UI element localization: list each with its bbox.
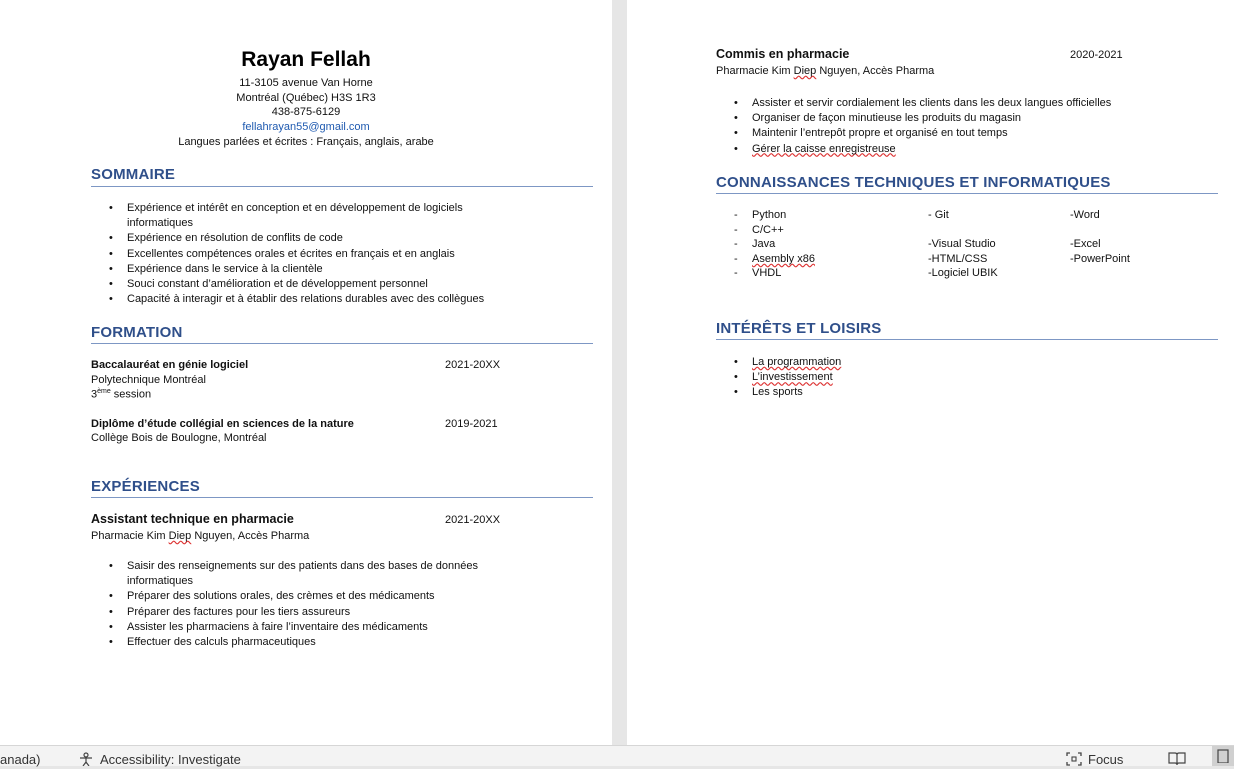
job-duties-list: Assister et servir cordialement les clie… bbox=[716, 96, 1226, 157]
list-item: Maintenir l’entrepôt propre et organisé … bbox=[716, 126, 1226, 141]
section-title-interets: INTÉRÊTS ET LOISIRS bbox=[716, 320, 882, 337]
list-item: Effectuer des calculs pharmaceutiques bbox=[91, 635, 601, 650]
section-rule bbox=[91, 497, 593, 498]
status-bar: anada) Accessibility: Investigate Focus bbox=[0, 745, 1234, 767]
skill-item: - Git bbox=[928, 209, 949, 221]
list-item: L’investissement bbox=[716, 370, 1116, 385]
job-date: 2020-2021 bbox=[1070, 49, 1123, 61]
list-item: Expérience dans le service à la clientèl… bbox=[91, 262, 601, 277]
session-line: 3ème session bbox=[91, 388, 152, 401]
list-item: Capacité à interagir et à établir des re… bbox=[91, 292, 601, 307]
print-layout-button[interactable] bbox=[1212, 746, 1234, 766]
section-title-formation: FORMATION bbox=[91, 324, 183, 341]
address-line-2: Montréal (Québec) H3S 1R3 bbox=[236, 92, 376, 104]
list-item: Organiser de façon minutieuse les produi… bbox=[716, 111, 1226, 126]
list-item-continuation: informatiques bbox=[127, 575, 194, 588]
phone-number: 438-875-6129 bbox=[271, 106, 341, 118]
accessibility-icon bbox=[78, 752, 94, 767]
list-item: Assister et servir cordialement les clie… bbox=[716, 96, 1226, 111]
skill-item: -Excel bbox=[1070, 238, 1101, 250]
list-item: Préparer des factures pour les tiers ass… bbox=[91, 605, 601, 620]
list-item-continuation: informatiques bbox=[127, 217, 194, 230]
degree-title: Baccalauréat en génie logiciel bbox=[91, 359, 249, 371]
skill-item: Asembly x86 bbox=[752, 253, 815, 265]
address-line-1: 11-3105 avenue Van Horne bbox=[239, 77, 373, 89]
list-item: Excellentes compétences orales et écrite… bbox=[91, 247, 601, 262]
list-item: Assister les pharmaciens à faire l’inven… bbox=[91, 620, 601, 635]
school-name: Collège Bois de Boulogne, Montréal bbox=[91, 432, 267, 444]
list-item: Expérience en résolution de conflits de … bbox=[91, 231, 601, 246]
job-duties-list: Saisir des renseignements sur des patien… bbox=[91, 559, 601, 650]
section-rule bbox=[91, 343, 593, 344]
skill-item: -HTML/CSS bbox=[928, 253, 988, 265]
skill-item: Python bbox=[752, 209, 787, 221]
skill-item: -Visual Studio bbox=[928, 238, 996, 250]
resume-name: Rayan Fellah bbox=[241, 48, 371, 71]
document-page-2[interactable]: Commis en pharmacie 2020-2021 Pharmacie … bbox=[627, 0, 1234, 745]
skill-item: -Logiciel UBIK bbox=[928, 267, 998, 279]
interests-list: La programmation L’investissement Les sp… bbox=[716, 355, 1116, 401]
employer-name: Pharmacie Kim Diep Nguyen, Accès Pharma bbox=[716, 65, 935, 77]
job-title: Assistant technique en pharmacie bbox=[91, 512, 294, 526]
focus-icon bbox=[1066, 752, 1082, 766]
degree-title: Diplôme d’étude collégial en sciences de… bbox=[91, 418, 354, 430]
employer-name: Pharmacie Kim Diep Nguyen, Accès Pharma bbox=[91, 530, 310, 542]
list-item: Les sports bbox=[716, 385, 1116, 400]
section-rule bbox=[91, 186, 593, 187]
skill-item: Java bbox=[752, 238, 776, 250]
languages-line: Langues parlées et écrites : Français, a… bbox=[178, 136, 434, 148]
skill-item: -PowerPoint bbox=[1070, 253, 1130, 265]
section-rule bbox=[716, 339, 1218, 340]
job-date: 2021-20XX bbox=[445, 514, 501, 526]
book-icon bbox=[1168, 752, 1186, 766]
school-name: Polytechnique Montréal bbox=[91, 374, 206, 386]
list-item: Préparer des solutions orales, des crème… bbox=[91, 589, 601, 604]
page-layout-icon bbox=[1216, 749, 1232, 764]
degree-date: 2019-2021 bbox=[445, 418, 498, 430]
skill-item: C/C++ bbox=[752, 224, 784, 236]
sommaire-list: Expérience et intérêt en conception et e… bbox=[91, 201, 601, 308]
list-item: Saisir des renseignements sur des patien… bbox=[91, 559, 601, 574]
section-title-connaissances: CONNAISSANCES TECHNIQUES ET INFORMATIQUE… bbox=[716, 174, 1111, 191]
document-page-1[interactable]: Rayan Fellah 11-3105 avenue Van Horne Mo… bbox=[0, 0, 612, 745]
skill-item: VHDL bbox=[752, 267, 782, 279]
section-title-sommaire: SOMMAIRE bbox=[91, 166, 176, 183]
degree-date: 2021-20XX bbox=[445, 359, 501, 371]
section-title-experiences: EXPÉRIENCES bbox=[91, 478, 200, 495]
list-item: Expérience et intérêt en conception et e… bbox=[91, 201, 601, 216]
list-item: Gérer la caisse enregistreuse bbox=[716, 142, 1226, 157]
job-title: Commis en pharmacie bbox=[716, 47, 850, 61]
section-rule bbox=[716, 193, 1218, 194]
list-item: Souci constant d’amélioration et de déve… bbox=[91, 277, 601, 292]
skill-item: -Word bbox=[1070, 209, 1100, 221]
email-link[interactable]: fellahrayan55@gmail.com bbox=[0, 121, 612, 133]
list-item: La programmation bbox=[716, 355, 1116, 370]
